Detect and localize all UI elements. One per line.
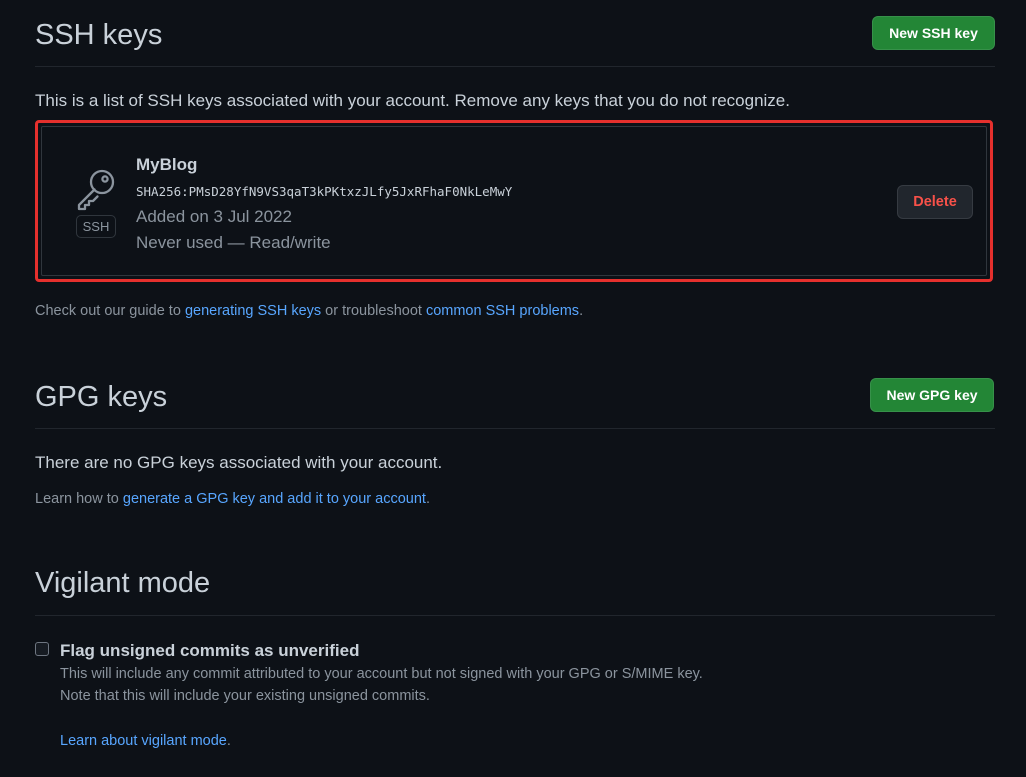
gpg-empty-message: There are no GPG keys associated with yo… bbox=[35, 453, 443, 472]
ssh-key-item bbox=[35, 120, 993, 282]
flag-unsigned-commits-label[interactable]: Flag unsigned commits as unverified bbox=[60, 641, 359, 661]
ssh-description: This is a list of SSH keys associated wi… bbox=[35, 91, 790, 110]
delete-ssh-key-button[interactable]: Delete bbox=[897, 185, 973, 219]
gpg-divider bbox=[35, 428, 995, 429]
ssh-guide-suffix: . bbox=[579, 303, 584, 319]
vigilant-note-line2: Note that this will include your existin… bbox=[60, 688, 430, 704]
gpg-learn-text: Learn how to generate a GPG key and add … bbox=[35, 491, 430, 507]
new-ssh-key-button[interactable]: New SSH key bbox=[872, 16, 995, 50]
generate-gpg-key-link[interactable]: generate a GPG key and add it to your ac… bbox=[123, 491, 426, 507]
ssh-keys-heading: SSH keys bbox=[35, 19, 163, 51]
ssh-key-fingerprint: SHA256:PMsD28YfN9VS3qaT3kPKtxzJLfy5JxRFh… bbox=[136, 184, 513, 199]
generating-ssh-keys-link[interactable]: generating SSH keys bbox=[185, 303, 321, 319]
vigilant-divider bbox=[35, 615, 995, 616]
ssh-key-title: MyBlog bbox=[136, 155, 198, 174]
ssh-guide-prefix: Check out our guide to bbox=[35, 303, 185, 319]
flag-unsigned-commits-checkbox[interactable] bbox=[35, 642, 49, 656]
learn-vigilant-mode-link[interactable]: Learn about vigilant mode bbox=[60, 733, 227, 749]
ssh-guide-text: Check out our guide to generating SSH ke… bbox=[35, 303, 583, 319]
new-gpg-key-button[interactable]: New GPG key bbox=[870, 378, 994, 412]
vigilant-learn-suffix: . bbox=[226, 733, 231, 749]
ssh-guide-middle: or troubleshoot bbox=[321, 303, 426, 319]
gpg-keys-heading: GPG keys bbox=[35, 381, 168, 413]
ssh-divider bbox=[35, 66, 995, 67]
key-icon bbox=[74, 165, 120, 211]
vigilant-note-line1: This will include any commit attributed … bbox=[60, 666, 703, 682]
ssh-key-added-date: Added on 3 Jul 2022 bbox=[136, 207, 292, 226]
common-ssh-problems-link[interactable]: common SSH problems bbox=[426, 303, 579, 319]
ssh-key-card-frame bbox=[41, 126, 987, 276]
ssh-key-usage: Never used — Read/write bbox=[136, 233, 331, 252]
gpg-learn-prefix: Learn how to bbox=[35, 491, 123, 507]
vigilant-mode-heading: Vigilant mode bbox=[35, 567, 211, 599]
gpg-learn-suffix: . bbox=[425, 491, 430, 507]
vigilant-learn-text: Learn about vigilant mode. bbox=[60, 733, 231, 749]
ssh-key-type-badge: SSH bbox=[76, 215, 116, 238]
